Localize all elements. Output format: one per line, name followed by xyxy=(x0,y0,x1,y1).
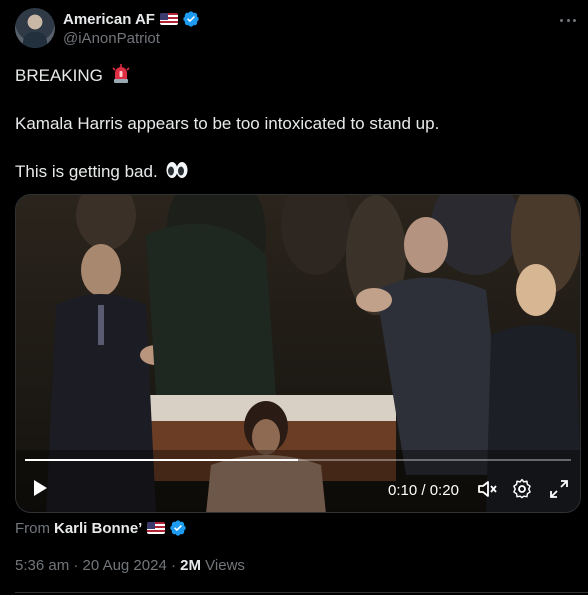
video-time-separator: / xyxy=(421,482,426,499)
video-time: 0:10 / 0:20 xyxy=(388,482,459,499)
video-player[interactable]: 0:10 / 0:20 xyxy=(15,194,581,513)
tweet-line-2: Kamala Harris appears to be too intoxica… xyxy=(15,114,440,133)
mute-icon[interactable] xyxy=(476,478,498,500)
tweet-text: BREAKING Kamala Harris appears to be too… xyxy=(15,64,575,184)
divider xyxy=(15,592,588,593)
video-current-time: 0:10 xyxy=(388,482,418,499)
us-flag-icon xyxy=(159,13,178,25)
more-options-icon[interactable] xyxy=(558,10,578,30)
author-handle[interactable]: @iAnonPatriot xyxy=(63,30,160,47)
video-controls: 0:10 / 0:20 xyxy=(16,468,580,512)
author-name-row: American AF xyxy=(63,9,200,29)
play-icon[interactable] xyxy=(30,478,50,498)
tweet-meta: 5:36 am · 20 Aug 2024 · 2M Views xyxy=(15,557,245,574)
video-duration: 0:20 xyxy=(429,482,459,499)
source-name[interactable]: Karli Bonne’ xyxy=(54,520,142,537)
video-frame xyxy=(16,195,580,512)
source-label: From xyxy=(15,519,50,537)
views-count: 2M xyxy=(180,557,201,574)
video-progress-bar[interactable] xyxy=(25,459,571,461)
eyes-icon xyxy=(166,162,188,178)
source-attribution: From Karli Bonne’ xyxy=(15,518,187,538)
us-flag-icon xyxy=(147,522,166,534)
settings-gear-icon[interactable] xyxy=(511,478,533,500)
verified-badge-icon xyxy=(183,11,199,27)
police-siren-icon xyxy=(112,64,130,83)
views-label: Views xyxy=(205,557,245,574)
tweet-time[interactable]: 5:36 am xyxy=(15,557,69,574)
verified-badge-icon xyxy=(170,520,187,536)
tweet-date[interactable]: 20 Aug 2024 xyxy=(83,557,167,574)
video-progress-fill xyxy=(25,459,298,461)
meta-dot: · xyxy=(170,557,176,574)
meta-dot: · xyxy=(73,557,79,574)
author-display-name[interactable]: American AF xyxy=(63,11,155,28)
tweet-line-3: This is getting bad. xyxy=(15,162,158,181)
fullscreen-icon[interactable] xyxy=(548,478,570,500)
avatar[interactable] xyxy=(15,8,55,48)
tweet-line-1: BREAKING xyxy=(15,66,103,85)
